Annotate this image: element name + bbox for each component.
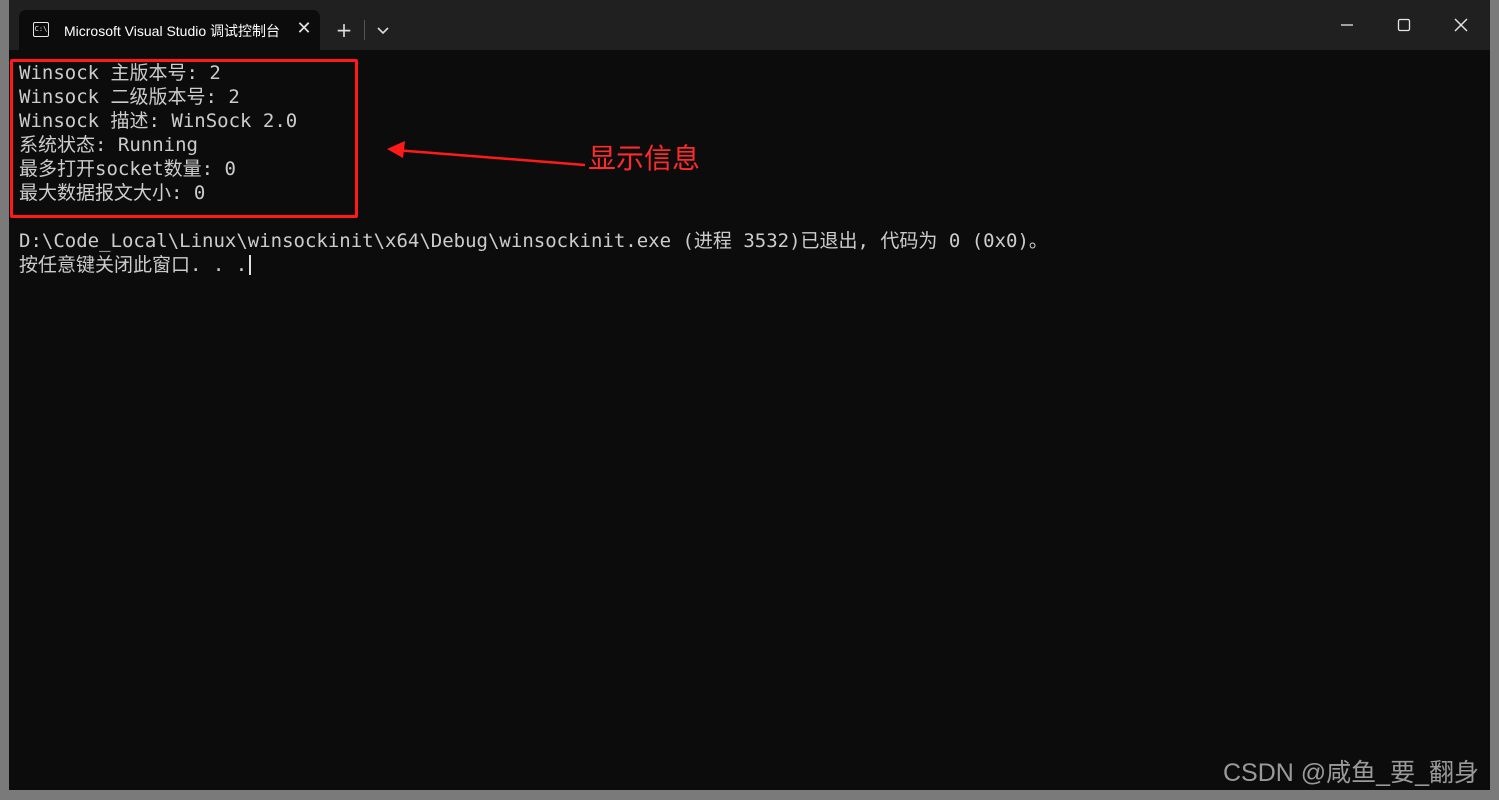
prompt-text: 按任意键关闭此窗口. . . — [19, 254, 248, 276]
terminal-window: C:\ Microsoft Visual Studio 调试控制台 ✕ + Wi… — [9, 0, 1490, 790]
exit-message: D:\Code_Local\Linux\winsockinit\x64\Debu… — [19, 230, 1048, 252]
title-bar[interactable]: C:\ Microsoft Visual Studio 调试控制台 ✕ + — [9, 0, 1490, 50]
new-tab-button[interactable]: + — [331, 17, 357, 43]
tab-separator — [364, 20, 365, 40]
close-icon — [1454, 18, 1468, 32]
terminal-icon: C:\ — [33, 22, 49, 37]
minimize-icon — [1341, 24, 1353, 26]
annotation-arrow-icon — [387, 141, 586, 167]
tab-title: Microsoft Visual Studio 调试控制台 — [64, 23, 279, 39]
console-tab[interactable]: C:\ Microsoft Visual Studio 调试控制台 ✕ — [19, 10, 320, 50]
chevron-down-icon — [377, 27, 389, 35]
close-window-button[interactable] — [1441, 10, 1481, 40]
close-tab-icon[interactable]: ✕ — [293, 17, 315, 41]
text-cursor — [249, 255, 252, 275]
maximize-button[interactable] — [1384, 10, 1424, 40]
tab-dropdown-button[interactable] — [372, 18, 394, 42]
prompt-line: 按任意键关闭此窗口. . . — [19, 253, 1479, 277]
annotation-label: 显示信息 — [588, 142, 701, 175]
annotation-highlight-box — [10, 59, 358, 218]
minimize-button[interactable] — [1327, 10, 1367, 40]
watermark: CSDN @咸鱼_要_翻身 — [1223, 759, 1479, 787]
maximize-icon — [1397, 18, 1411, 32]
